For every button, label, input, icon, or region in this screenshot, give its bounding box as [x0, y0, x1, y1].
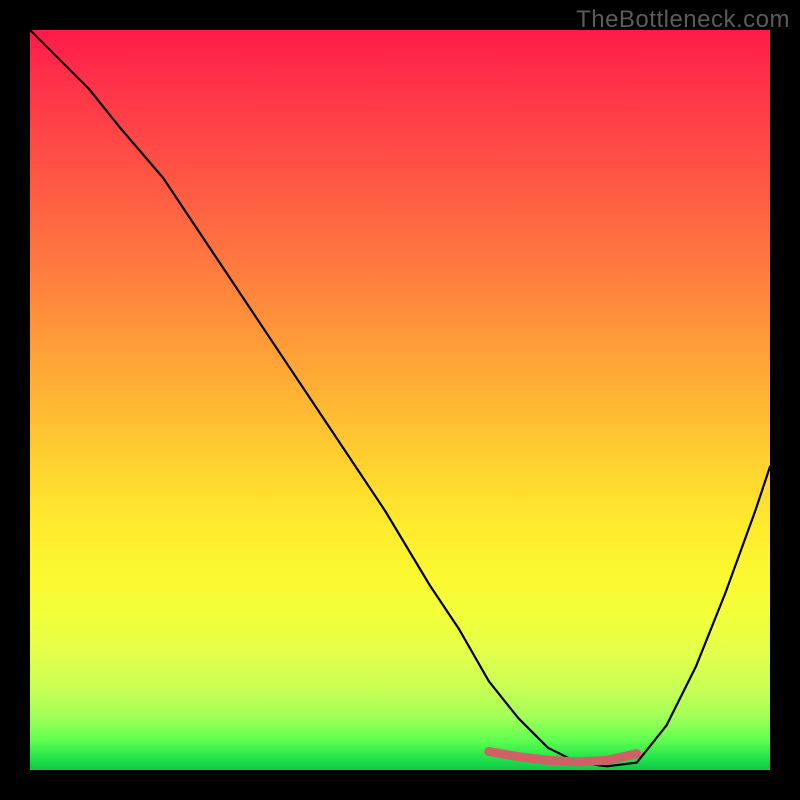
chart-frame: TheBottleneck.com [0, 0, 800, 800]
optimal-zone-highlight [489, 752, 637, 762]
bottleneck-curve [30, 30, 770, 766]
watermark-text: TheBottleneck.com [576, 6, 790, 34]
plot-area [30, 30, 770, 770]
chart-svg [30, 30, 770, 770]
